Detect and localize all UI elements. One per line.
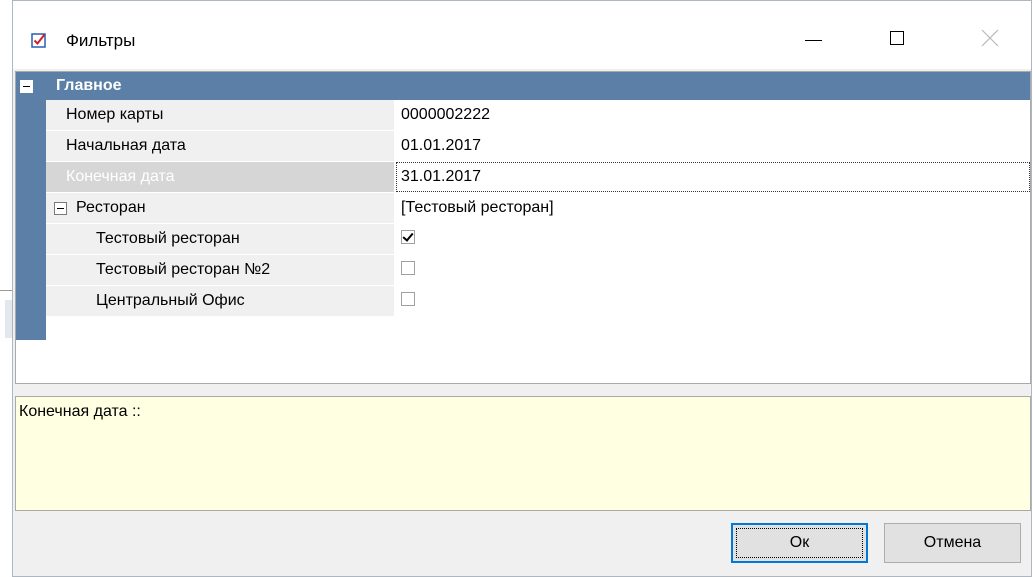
property-value-field[interactable]: 31.01.2017 [396,162,1030,192]
property-label: Тестовый ресторан №2 [96,261,271,278]
property-value-field[interactable]: 0000002222 [396,100,1030,130]
property-label: Номер карты [66,106,164,123]
category-label: Главное [56,77,122,94]
property-value-field[interactable]: 01.01.2017 [396,131,1030,161]
close-icon [981,29,999,47]
maximize-button[interactable] [875,23,921,57]
restaurant-checkbox[interactable] [401,261,415,275]
property-label: Начальная дата [66,137,186,154]
category-header[interactable]: Главное [16,72,1030,100]
window-title: Фильтры [66,31,136,50]
property-label: Конечная дата [66,168,175,185]
grid-margin [16,100,46,340]
property-row-restaurant[interactable]: Ресторан [Тестовый ресторан] [46,193,1030,224]
property-label: Центральный Офис [96,292,245,309]
filters-dialog: Фильтры Главное Номер карты 0000002222 Н… [12,0,1032,577]
property-label: Ресторан [76,199,146,216]
restaurant-checkbox[interactable] [401,230,415,244]
close-button[interactable] [967,23,1013,57]
cancel-button-label: Отмена [923,534,982,551]
property-row-card-number[interactable]: Номер карты 0000002222 [46,100,1030,131]
property-label: Тестовый ресторан [96,230,240,247]
cancel-button[interactable]: Отмена [884,523,1021,563]
property-row-end-date[interactable]: Конечная дата 31.01.2017 [46,162,1030,193]
property-row-restaurant-option[interactable]: Тестовый ресторан [46,224,1030,255]
property-description-text: Конечная дата :: [19,403,141,420]
property-description-panel: Конечная дата :: [15,396,1031,511]
property-row-restaurant-option[interactable]: Центральный Офис [46,286,1030,317]
property-value-field[interactable]: [Тестовый ресторан] [396,193,1030,223]
property-grid[interactable]: Главное Номер карты 0000002222 Начальная… [15,71,1031,384]
restaurant-checkbox[interactable] [401,292,415,306]
property-row-start-date[interactable]: Начальная дата 01.01.2017 [46,131,1030,162]
collapse-icon[interactable] [20,80,33,93]
collapse-icon[interactable] [54,202,67,215]
checkbox-checked-icon [31,32,47,48]
title-bar: Фильтры [13,1,1031,69]
property-row-restaurant-option[interactable]: Тестовый ресторан №2 [46,255,1030,286]
background-divider [0,290,12,291]
ok-button[interactable]: Ок [731,523,868,563]
minimize-button[interactable] [791,23,837,57]
